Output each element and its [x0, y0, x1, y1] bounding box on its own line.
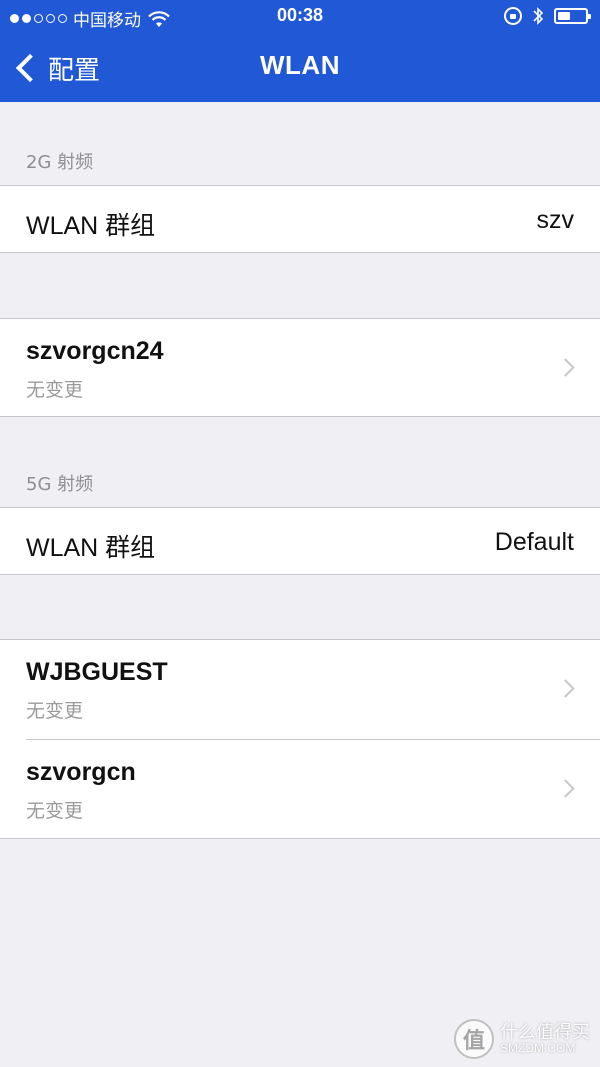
wlan-group-value: szv	[536, 206, 575, 234]
watermark-text: 什么值得买 SMZDM.COM	[500, 1021, 590, 1056]
chevron-right-icon	[556, 679, 575, 698]
status-bar: 中国移动 00:38	[0, 0, 600, 34]
battery-icon	[554, 8, 591, 24]
network-row-szvorgcn[interactable]: szvorgcn 无变更	[0, 740, 600, 839]
status-right	[504, 6, 591, 26]
bluetooth-icon	[533, 7, 544, 25]
navigation-bar: 配置 WLAN	[0, 34, 600, 102]
wlan-group-label: WLAN 群组	[26, 212, 156, 240]
watermark-logo-icon: 值	[454, 1019, 494, 1059]
watermark-en: SMZDM.COM	[500, 1041, 576, 1056]
wlan-group-value: Default	[494, 528, 574, 556]
watermark-cn: 什么值得买	[500, 1021, 590, 1043]
network-name: szvorgcn	[26, 758, 136, 786]
wlan-group-row-5g[interactable]: WLAN 群组 Default	[0, 507, 600, 575]
top-bar: 中国移动 00:38 配置 WLAN	[0, 0, 600, 102]
chevron-right-icon	[556, 779, 575, 798]
chevron-right-icon	[556, 358, 575, 377]
network-list-5g: WJBGUEST 无变更 szvorgcn 无变更	[0, 639, 600, 839]
network-status: 无变更	[26, 700, 84, 722]
network-row-wjbguest[interactable]: WJBGUEST 无变更	[0, 640, 600, 739]
section-header-5g: 5G 射频	[26, 474, 94, 495]
network-name: WJBGUEST	[26, 658, 168, 686]
network-status: 无变更	[26, 800, 84, 822]
page-title: WLAN	[260, 50, 340, 80]
wlan-group-row-2g[interactable]: WLAN 群组 szv	[0, 185, 600, 253]
network-name: szvorgcn24	[26, 337, 164, 365]
section-header-2g: 2G 射频	[26, 152, 94, 173]
wlan-group-label: WLAN 群组	[26, 534, 156, 562]
network-status: 无变更	[26, 379, 84, 401]
network-row-szvorgcn24[interactable]: szvorgcn24 无变更	[0, 318, 600, 417]
orientation-lock-icon	[504, 7, 522, 25]
watermark: 值 什么值得买 SMZDM.COM	[454, 1019, 590, 1059]
